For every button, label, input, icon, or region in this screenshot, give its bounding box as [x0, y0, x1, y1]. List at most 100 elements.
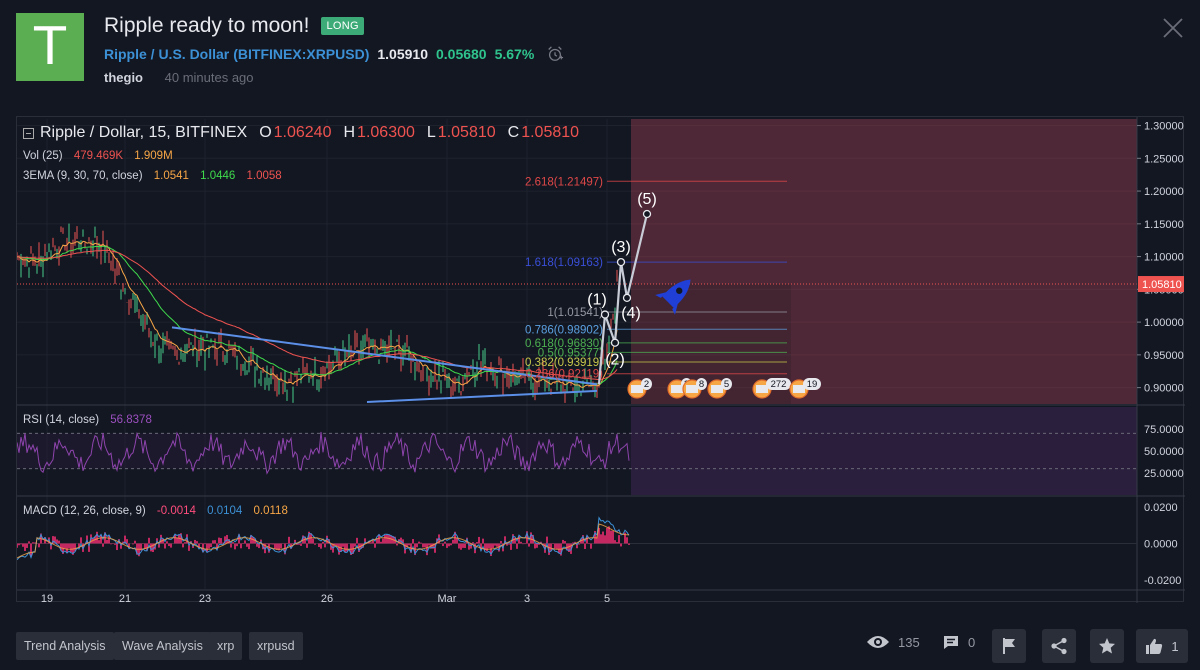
wave-point [642, 209, 652, 219]
wave-point [622, 293, 632, 303]
macd-value-hist: -0.0014 [156, 505, 196, 517]
price-axis-label: 0.90000 [1144, 383, 1184, 395]
symbol-change: 0.05680 [435, 46, 487, 62]
macd-axis-label: 0.0000 [1144, 539, 1178, 551]
wave-label: (5) [637, 191, 657, 208]
time-axis-label: 23 [199, 593, 211, 603]
macd-legend: MACD (12, 26, close, 9) -0.0014 0.0104 0… [23, 505, 288, 517]
target-zone-right [791, 284, 1137, 404]
macd-value-line: 0.0104 [207, 505, 243, 517]
symbol-change-pct: 5.67% [494, 46, 535, 62]
share-icon [1051, 637, 1067, 655]
wave-label: (1) [587, 292, 607, 309]
volume-value-2: 1.909M [134, 150, 173, 162]
symbol-exchange-link[interactable]: (BITFINEX:XRPUSD) [233, 46, 369, 62]
event-flag-icon [686, 385, 698, 393]
tag-xrp[interactable]: xrp [209, 632, 243, 660]
eye-icon [867, 636, 889, 648]
price-axis-label: 1.10000 [1144, 252, 1184, 264]
title-row: Ripple ready to moon! LONG [104, 14, 364, 38]
price-axis-label: 1.15000 [1144, 219, 1184, 231]
ema-value-9: 1.0541 [153, 170, 189, 182]
rsi-axis-label: 50.0000 [1144, 446, 1184, 458]
wave-label: (2) [605, 352, 625, 369]
legend-close-key: C [507, 124, 520, 141]
tag-trend-analysis[interactable]: Trend Analysis [16, 632, 114, 660]
legend-high-value: 1.06300 [357, 124, 415, 141]
legend-low-value: 1.05810 [437, 124, 496, 141]
legend-symbol-title: Ripple / Dollar, 15, BITFINEX [40, 124, 248, 141]
legend-open-value: 1.06240 [273, 124, 332, 141]
post-time: 40 minutes ago [164, 70, 254, 85]
author-avatar[interactable]: T [16, 13, 84, 81]
macd-axis-label: 0.0200 [1144, 502, 1178, 514]
event-flag-icon [671, 385, 683, 393]
chart-canvas[interactable]: 2.618(1.21497) 1.618(1.09163) 1(1.01541) 0.… [17, 117, 1185, 603]
price-axis-label: 1.20000 [1144, 186, 1184, 198]
symbol-link[interactable]: Ripple / U.S. Dollar [104, 46, 229, 62]
rsi-legend: RSI (14, close) 56.8378 [23, 414, 152, 426]
alarm-clock-icon[interactable] [546, 45, 564, 63]
wave-point [610, 338, 620, 347]
flag-button[interactable] [992, 629, 1026, 663]
legend-close-value: 1.05810 [521, 124, 580, 141]
target-zone [631, 119, 1137, 284]
ema-value-70: 1.0058 [246, 170, 282, 182]
fib-level-label: 0.382(0.93919) [525, 357, 603, 369]
volume-value-1: 479.469K [73, 150, 124, 162]
chart-panel[interactable]: 2.618(1.21497) 1.618(1.09163) 1(1.01541) 0.… [16, 116, 1185, 603]
wave-point [616, 257, 626, 267]
wave-point [600, 310, 610, 319]
thumbs-up-icon [1146, 638, 1163, 654]
comment-icon [944, 636, 958, 649]
tag-wave-analysis[interactable]: Wave Analysis [114, 632, 211, 660]
ema-label: 3EMA (9, 30, 70, close) [23, 170, 143, 182]
fib-level-label: 0.786(0.98902) [525, 324, 603, 336]
legend-open-key: O [259, 124, 272, 141]
last-price-value: 1.05810 [1142, 279, 1182, 291]
likes-count: 1 [1171, 638, 1179, 654]
favorite-button[interactable] [1090, 629, 1124, 663]
rsi-value: 56.8378 [110, 414, 152, 426]
fib-level-label: 2.618(1.21497) [525, 176, 603, 188]
time-axis-label: 19 [41, 593, 53, 603]
collapse-legend-icon[interactable] [23, 127, 34, 139]
share-button[interactable] [1042, 629, 1076, 663]
wave-label: (3) [611, 239, 631, 256]
comments-stat[interactable]: 0 [942, 634, 975, 650]
symbol-row: Ripple / U.S. Dollar (BITFINEX:XRPUSD) 1… [104, 45, 564, 63]
event-count: 5 [724, 379, 729, 390]
flag-icon [1003, 638, 1015, 654]
volume-legend: Vol (25) 479.469K 1.909M [23, 150, 173, 162]
close-icon[interactable] [1162, 17, 1184, 39]
rsi-axis-label: 75.0000 [1144, 424, 1184, 436]
fib-level-label: 1(1.01541) [547, 307, 603, 319]
event-flag-icon [711, 385, 723, 393]
views-count: 135 [898, 634, 920, 650]
star-icon [1099, 638, 1115, 654]
event-count: 272 [771, 379, 787, 390]
author-name[interactable]: thegio [104, 70, 143, 85]
macd-axis-label: -0.0200 [1144, 575, 1181, 587]
legend-high-key: H [343, 124, 356, 141]
fib-level-label: 0.236(0.92119) [526, 369, 603, 381]
like-button[interactable]: 1 [1136, 629, 1188, 663]
main-legend: Ripple / Dollar, 15, BITFINEX O 1.06240 H… [23, 124, 579, 142]
event-flag-icon [793, 385, 805, 393]
macd-label: MACD (12, 26, close, 9) [23, 505, 146, 517]
volume-label: Vol (25) [23, 150, 63, 162]
legend-low-key: L [426, 124, 436, 141]
fib-level-label: 1.618(1.09163) [525, 257, 603, 269]
views-stat: 135 [866, 634, 920, 650]
tag-xrpusd[interactable]: xrpusd [249, 632, 303, 660]
idea-title: Ripple ready to moon! [104, 14, 310, 37]
time-axis-label: 3 [524, 593, 530, 603]
time-axis-label: 26 [321, 593, 333, 603]
event-flag-icon [631, 385, 643, 393]
macd-value-signal: 0.0118 [253, 505, 288, 517]
ascending-trendline [366, 389, 598, 404]
price-axis-label: 1.30000 [1144, 121, 1184, 133]
time-axis-label: 5 [604, 593, 610, 603]
long-badge: LONG [321, 17, 364, 35]
time-axis-label: 21 [119, 593, 131, 603]
